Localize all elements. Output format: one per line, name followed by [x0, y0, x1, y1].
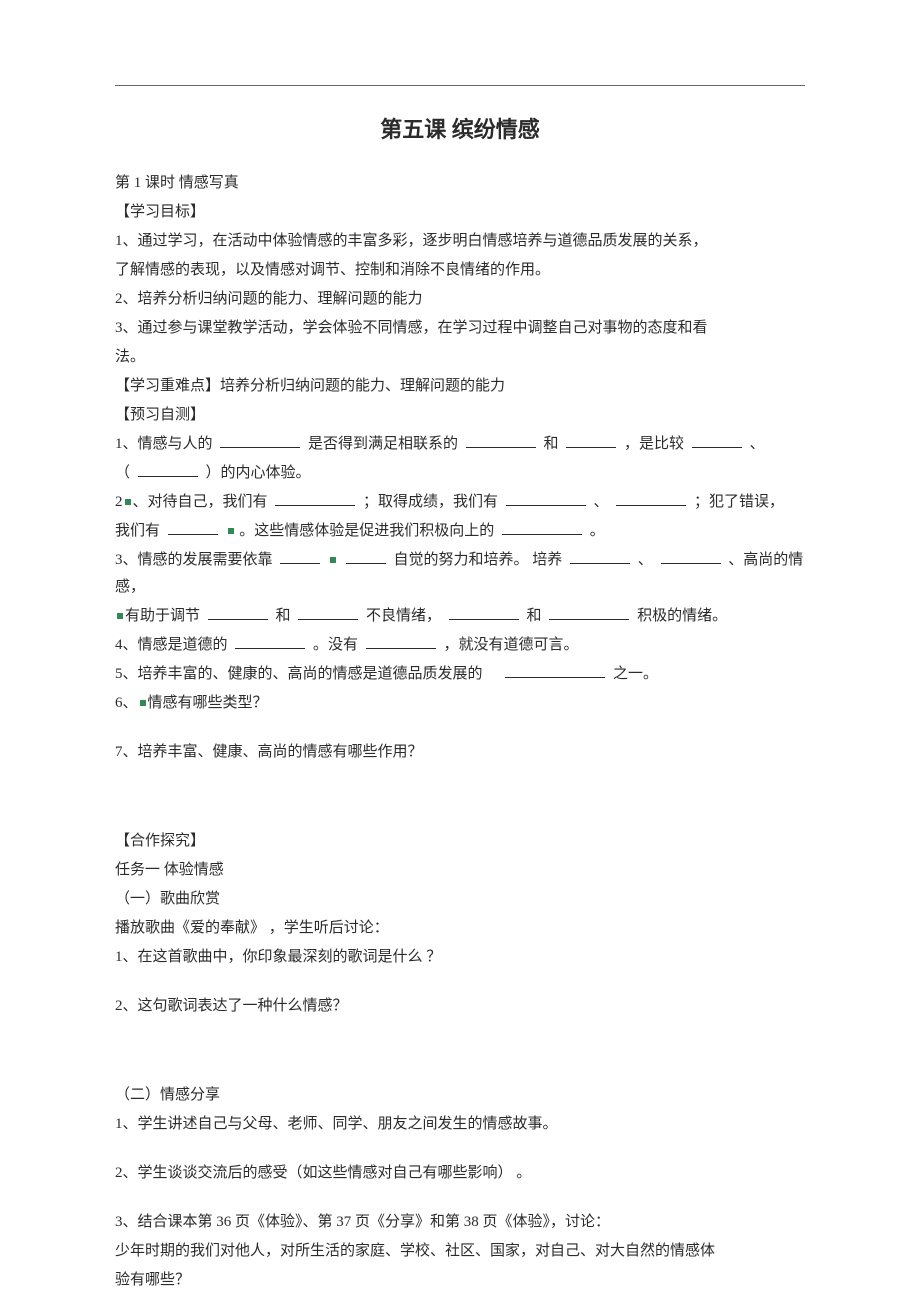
section-pretest-header: 【预习自测】 [115, 402, 805, 429]
pretest-q4: 4、情感是道德的 。没有 ，就没有道德可言。 [115, 632, 805, 659]
q2-text-e: 我们有 [115, 523, 160, 539]
q1-text-c: 和 [544, 436, 559, 452]
blank-field[interactable] [566, 433, 616, 448]
green-marker-icon [228, 528, 234, 534]
blank-field[interactable] [208, 605, 268, 620]
spacer [115, 1189, 805, 1209]
q5-text-a: 5、培养丰富的、健康的、高尚的情感是道德品质发展的 [115, 666, 483, 682]
q4-text-b: 。没有 [313, 637, 358, 653]
sub1-q1: 1、在这首歌曲中，你印象最深刻的歌词是什么 ？ [115, 944, 805, 971]
q4-text-c: ，就没有道德可言。 [444, 637, 579, 653]
q3-text-e: 有助于调节 [125, 608, 200, 624]
q1-text-f: （ [115, 465, 130, 481]
blank-field[interactable] [235, 634, 305, 649]
blank-field[interactable] [616, 491, 686, 506]
spacer [115, 1022, 805, 1082]
blank-field[interactable] [661, 549, 721, 564]
blank-field[interactable] [346, 549, 386, 564]
green-marker-icon [140, 700, 146, 706]
pretest-q2-line1: 2 、对待自己，我们有 ；取得成绩，我们有 、 ；犯了错误， [115, 489, 805, 516]
sub2-q1: 1、学生讲述自己与父母、老师、同学、朋友之间发生的情感故事。 [115, 1111, 805, 1138]
spacer [115, 719, 805, 739]
q3-text-h: 和 [527, 608, 542, 624]
blank-field[interactable] [449, 605, 519, 620]
goal-2: 2、培养分析归纳问题的能力、理解问题的能力 [115, 286, 805, 313]
sub2-q3-line2: 少年时期的我们对他人，对所生活的家庭、学校、社区、国家，对自己、对大自然的情感体 [115, 1238, 805, 1265]
top-horizontal-rule [115, 85, 805, 86]
blank-field[interactable] [506, 491, 586, 506]
section-coop-header: 【合作探究】 [115, 828, 805, 855]
q2-text-c: 、 [594, 494, 609, 510]
sub1-q2: 2、这句歌词表达了一种什么情感？ [115, 993, 805, 1020]
q2-text-a2: 、对待自己，我们有 [133, 494, 268, 510]
blank-field[interactable] [220, 433, 300, 448]
blank-field[interactable] [366, 634, 436, 649]
page-title: 第五课 缤纷情感 [115, 110, 805, 150]
sub2-q2: 2、学生谈谈交流后的感受（如这些情感对自己有哪些影响） 。 [115, 1160, 805, 1187]
green-marker-icon [117, 613, 123, 619]
blank-field[interactable] [168, 520, 218, 535]
q3-text-i: 积极的情绪。 [637, 608, 727, 624]
blank-field[interactable] [502, 520, 582, 535]
sub2-header: （二）情感分享 [115, 1082, 805, 1109]
blank-field[interactable] [549, 605, 629, 620]
lesson-subtitle: 第 1 课时 情感写真 [115, 170, 805, 197]
q3-text-c: 、 [638, 552, 653, 568]
q1-text-b: 是否得到满足相联系的 [308, 436, 458, 452]
blank-field[interactable] [505, 663, 605, 678]
q2-text-b: ；取得成绩，我们有 [363, 494, 498, 510]
q6-num: 6、 [115, 695, 138, 711]
spacer [115, 768, 805, 828]
section-goals-header: 【学习目标】 [115, 199, 805, 226]
blank-field[interactable] [570, 549, 630, 564]
pretest-q6: 6、情感有哪些类型？ [115, 690, 805, 717]
q4-text-a: 4、情感是道德的 [115, 637, 228, 653]
pretest-q1-line1: 1、情感与人的 是否得到满足相联系的 和 ，是比较 、 [115, 431, 805, 458]
pretest-q5: 5、培养丰富的、健康的、高尚的情感是道德品质发展的 之一。 [115, 661, 805, 688]
goal-1-line2: 了解情感的表现，以及情感对调节、控制和消除不良情绪的作用。 [115, 257, 805, 284]
q3-text-b: 自觉的努力和培养。 培养 [394, 552, 563, 568]
sub2-q3-line1: 3、结合课本第 36 页《体验》、第 37 页《分享》和第 38 页《体验》，讨… [115, 1209, 805, 1236]
task1-title: 任务一 体验情感 [115, 857, 805, 884]
goal-3-line2: 法。 [115, 344, 805, 371]
q2-text-f: 。这些情感体验是促进我们积极向上的 [239, 523, 494, 539]
green-marker-icon [330, 557, 336, 563]
pretest-q2-line2: 我们有 。这些情感体验是促进我们积极向上的 。 [115, 518, 805, 545]
blank-field[interactable] [298, 605, 358, 620]
blank-field[interactable] [466, 433, 536, 448]
blank-field[interactable] [280, 549, 320, 564]
sub1-intro: 播放歌曲《爱的奉献》 ，学生听后讨论： [115, 915, 805, 942]
blank-field[interactable] [275, 491, 355, 506]
q1-text-g: ）的内心体验。 [206, 465, 311, 481]
green-marker-icon [125, 499, 131, 505]
q2-text-g: 。 [590, 523, 605, 539]
goal-1-line1: 1、通过学习，在活动中体验情感的丰富多彩，逐步明白情感培养与道德品质发展的关系， [115, 228, 805, 255]
q3-text-f: 和 [276, 608, 291, 624]
q1-text-e: 、 [750, 436, 765, 452]
pretest-q1-line2: （ ）的内心体验。 [115, 460, 805, 487]
q3-text-a: 3、情感的发展需要依靠 [115, 552, 273, 568]
q5-text-b: 之一。 [613, 666, 658, 682]
q1-text-a: 1、情感与人的 [115, 436, 213, 452]
spacer [115, 1140, 805, 1160]
goal-3-line1: 3、通过参与课堂教学活动，学会体验不同情感，在学习过程中调整自己对事物的态度和看 [115, 315, 805, 342]
blank-field[interactable] [692, 433, 742, 448]
sub1-header: （一）歌曲欣赏 [115, 886, 805, 913]
pretest-q3-line2: 有助于调节 和 不良情绪， 和 积极的情绪。 [115, 603, 805, 630]
sub2-q3-line3: 验有哪些？ [115, 1267, 805, 1294]
q1-text-d: ，是比较 [624, 436, 684, 452]
pretest-q3-line1: 3、情感的发展需要依靠 自觉的努力和培养。 培养 、 、高尚的情感， [115, 547, 805, 601]
q2-text-a: 2 [115, 494, 123, 510]
section-difficulty-header: 【学习重难点】培养分析归纳问题的能力、理解问题的能力 [115, 373, 805, 400]
spacer [115, 973, 805, 993]
blank-field[interactable] [138, 462, 198, 477]
pretest-q7: 7、培养丰富、健康、高尚的情感有哪些作用？ [115, 739, 805, 766]
q2-text-d: ；犯了错误， [694, 494, 784, 510]
q6-text: 情感有哪些类型？ [148, 695, 268, 711]
q3-text-g: 不良情绪， [366, 608, 441, 624]
